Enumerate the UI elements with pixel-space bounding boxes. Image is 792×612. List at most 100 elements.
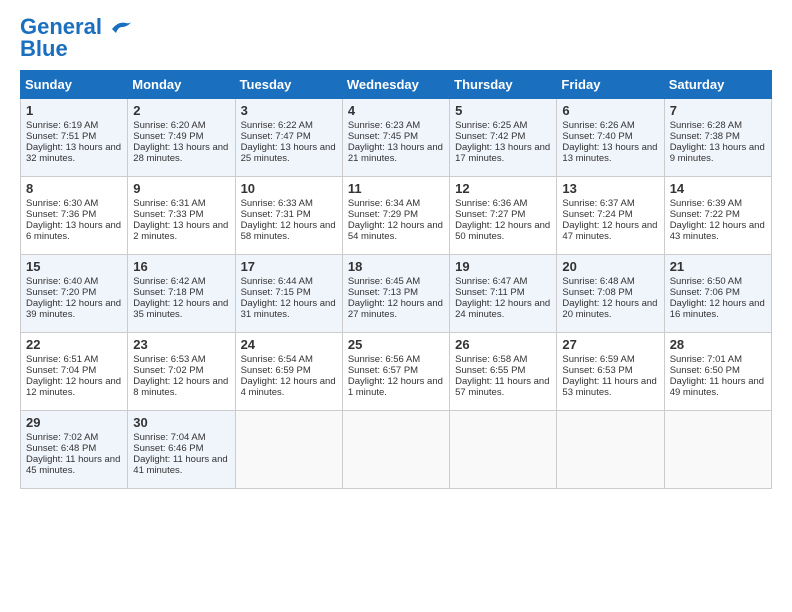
day-info: Daylight: 12 hours and 20 minutes. — [562, 298, 658, 320]
day-info: Daylight: 12 hours and 35 minutes. — [133, 298, 229, 320]
day-info: Sunrise: 6:39 AM — [670, 198, 766, 209]
day-info: Sunrise: 6:30 AM — [26, 198, 122, 209]
day-info: Sunset: 7:49 PM — [133, 131, 229, 142]
day-info: Sunset: 7:38 PM — [670, 131, 766, 142]
day-info: Daylight: 13 hours and 6 minutes. — [26, 220, 122, 242]
table-row — [664, 411, 771, 489]
day-info: Daylight: 12 hours and 16 minutes. — [670, 298, 766, 320]
day-info: Sunset: 7:40 PM — [562, 131, 658, 142]
day-info: Sunrise: 6:28 AM — [670, 120, 766, 131]
day-number: 17 — [241, 259, 337, 274]
table-row: 30Sunrise: 7:04 AMSunset: 6:46 PMDayligh… — [128, 411, 235, 489]
table-row: 17Sunrise: 6:44 AMSunset: 7:15 PMDayligh… — [235, 255, 342, 333]
table-row — [450, 411, 557, 489]
day-info: Sunset: 7:31 PM — [241, 209, 337, 220]
day-info: Sunset: 7:15 PM — [241, 287, 337, 298]
col-wednesday: Wednesday — [342, 71, 449, 99]
day-info: Daylight: 13 hours and 32 minutes. — [26, 142, 122, 164]
day-info: Daylight: 12 hours and 27 minutes. — [348, 298, 444, 320]
table-row: 8Sunrise: 6:30 AMSunset: 7:36 PMDaylight… — [21, 177, 128, 255]
day-number: 21 — [670, 259, 766, 274]
day-number: 16 — [133, 259, 229, 274]
day-info: Daylight: 11 hours and 45 minutes. — [26, 454, 122, 476]
day-number: 24 — [241, 337, 337, 352]
table-row: 14Sunrise: 6:39 AMSunset: 7:22 PMDayligh… — [664, 177, 771, 255]
day-info: Sunset: 6:53 PM — [562, 365, 658, 376]
day-number: 4 — [348, 103, 444, 118]
day-info: Sunrise: 6:44 AM — [241, 276, 337, 287]
calendar-week-row: 1Sunrise: 6:19 AMSunset: 7:51 PMDaylight… — [21, 99, 772, 177]
day-info: Sunrise: 7:01 AM — [670, 354, 766, 365]
calendar-week-row: 8Sunrise: 6:30 AMSunset: 7:36 PMDaylight… — [21, 177, 772, 255]
day-info: Daylight: 11 hours and 53 minutes. — [562, 376, 658, 398]
day-info: Sunset: 7:24 PM — [562, 209, 658, 220]
day-info: Sunrise: 6:54 AM — [241, 354, 337, 365]
day-info: Sunrise: 6:31 AM — [133, 198, 229, 209]
day-number: 15 — [26, 259, 122, 274]
day-info: Sunrise: 6:59 AM — [562, 354, 658, 365]
table-row: 3Sunrise: 6:22 AMSunset: 7:47 PMDaylight… — [235, 99, 342, 177]
day-info: Sunrise: 6:19 AM — [26, 120, 122, 131]
col-friday: Friday — [557, 71, 664, 99]
table-row: 23Sunrise: 6:53 AMSunset: 7:02 PMDayligh… — [128, 333, 235, 411]
table-row — [557, 411, 664, 489]
day-info: Daylight: 13 hours and 17 minutes. — [455, 142, 551, 164]
day-info: Sunset: 7:47 PM — [241, 131, 337, 142]
day-info: Sunrise: 6:50 AM — [670, 276, 766, 287]
day-info: Sunset: 7:11 PM — [455, 287, 551, 298]
day-info: Daylight: 12 hours and 8 minutes. — [133, 376, 229, 398]
day-info: Sunset: 7:08 PM — [562, 287, 658, 298]
table-row: 29Sunrise: 7:02 AMSunset: 6:48 PMDayligh… — [21, 411, 128, 489]
table-row: 18Sunrise: 6:45 AMSunset: 7:13 PMDayligh… — [342, 255, 449, 333]
day-number: 1 — [26, 103, 122, 118]
table-row: 4Sunrise: 6:23 AMSunset: 7:45 PMDaylight… — [342, 99, 449, 177]
day-info: Sunset: 6:55 PM — [455, 365, 551, 376]
table-row: 21 Sunrise: 6:50 AMSunset: 7:06 PMDayligh… — [664, 255, 771, 333]
day-info: Sunset: 7:06 PM — [670, 287, 766, 298]
day-info: Sunrise: 6:56 AM — [348, 354, 444, 365]
day-number: 7 — [670, 103, 766, 118]
calendar-body: 1Sunrise: 6:19 AMSunset: 7:51 PMDaylight… — [21, 99, 772, 489]
table-row: 5Sunrise: 6:25 AMSunset: 7:42 PMDaylight… — [450, 99, 557, 177]
day-info: Sunrise: 6:34 AM — [348, 198, 444, 209]
day-info: Daylight: 12 hours and 43 minutes. — [670, 220, 766, 242]
day-number: 8 — [26, 181, 122, 196]
day-info: Sunset: 7:45 PM — [348, 131, 444, 142]
day-info: Daylight: 13 hours and 9 minutes. — [670, 142, 766, 164]
day-info: Sunrise: 6:26 AM — [562, 120, 658, 131]
calendar-week-row: 29Sunrise: 7:02 AMSunset: 6:48 PMDayligh… — [21, 411, 772, 489]
day-info: Sunrise: 6:58 AM — [455, 354, 551, 365]
day-number: 11 — [348, 181, 444, 196]
day-info: Sunset: 7:13 PM — [348, 287, 444, 298]
col-saturday: Saturday — [664, 71, 771, 99]
day-number: 25 — [348, 337, 444, 352]
day-info: Daylight: 12 hours and 58 minutes. — [241, 220, 337, 242]
day-info: Sunset: 7:33 PM — [133, 209, 229, 220]
day-info: Sunset: 7:42 PM — [455, 131, 551, 142]
table-row: 26Sunrise: 6:58 AMSunset: 6:55 PMDayligh… — [450, 333, 557, 411]
day-info: Sunset: 7:51 PM — [26, 131, 122, 142]
calendar-week-row: 15Sunrise: 6:40 AMSunset: 7:20 PMDayligh… — [21, 255, 772, 333]
day-number: 3 — [241, 103, 337, 118]
day-info: Sunset: 7:04 PM — [26, 365, 122, 376]
day-number: 6 — [562, 103, 658, 118]
day-info: Sunrise: 6:45 AM — [348, 276, 444, 287]
day-info: Sunset: 6:59 PM — [241, 365, 337, 376]
day-number: 12 — [455, 181, 551, 196]
day-info: Sunset: 7:18 PM — [133, 287, 229, 298]
day-info: Daylight: 12 hours and 54 minutes. — [348, 220, 444, 242]
day-info: Sunrise: 6:48 AM — [562, 276, 658, 287]
day-info: Daylight: 12 hours and 4 minutes. — [241, 376, 337, 398]
col-monday: Monday — [128, 71, 235, 99]
day-info: Sunrise: 6:23 AM — [348, 120, 444, 131]
table-row: 2Sunrise: 6:20 AMSunset: 7:49 PMDaylight… — [128, 99, 235, 177]
page: General Blue Sunday Monday Tuesday Wedne… — [0, 0, 792, 499]
table-row: 20 Sunrise: 6:48 AMSunset: 7:08 PMDayligh… — [557, 255, 664, 333]
day-info: Sunset: 6:50 PM — [670, 365, 766, 376]
day-number: 10 — [241, 181, 337, 196]
day-info: Sunrise: 6:53 AM — [133, 354, 229, 365]
day-info: Sunset: 6:57 PM — [348, 365, 444, 376]
day-number: 22 — [26, 337, 122, 352]
day-number: 20 — [562, 259, 658, 274]
day-info: Sunrise: 7:02 AM — [26, 432, 122, 443]
